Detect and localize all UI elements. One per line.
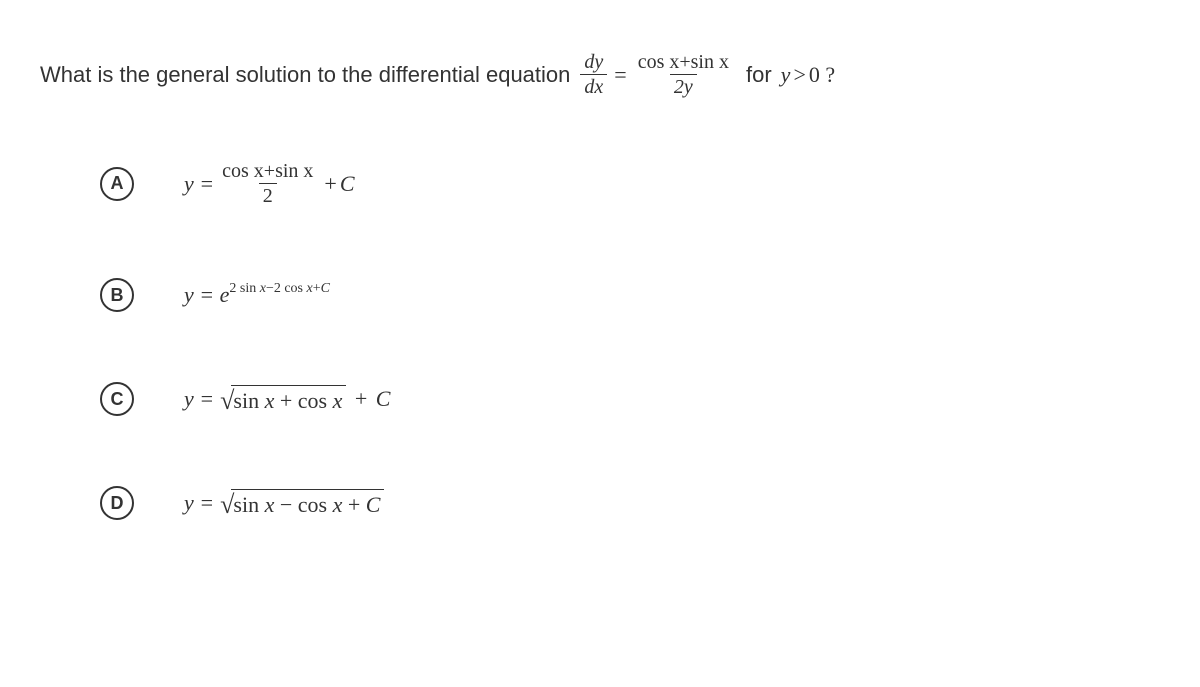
option-c[interactable]: C y = √ sin x + cos x + C xyxy=(40,382,1160,416)
question-stem: What is the general solution to the diff… xyxy=(40,50,1160,99)
frac-right-den: 2y xyxy=(670,74,697,99)
frac-dy: dy xyxy=(580,50,607,74)
option-b-exponent: 2 sin x−2 cos x+C xyxy=(229,281,330,297)
option-b[interactable]: B y = e 2 sin x−2 cos x+C xyxy=(40,278,1160,312)
option-a-frac-num: cos x+sin x xyxy=(218,159,317,183)
option-a[interactable]: A y = cos x+sin x 2 + C xyxy=(40,159,1160,208)
option-a-letter: A xyxy=(100,167,134,201)
option-c-math: y = √ sin x + cos x + C xyxy=(184,385,390,414)
option-d[interactable]: D y = √ sin x − cos x + C xyxy=(40,486,1160,520)
option-a-frac-den: 2 xyxy=(259,183,277,208)
option-c-letter: C xyxy=(100,382,134,416)
option-c-sqrt: √ sin x + cos x xyxy=(220,385,346,414)
frac-dx: dx xyxy=(580,74,607,99)
option-a-suffix: + xyxy=(324,171,336,197)
option-b-letter: B xyxy=(100,278,134,312)
option-d-math: y = √ sin x − cos x + C xyxy=(184,489,384,518)
question-text-part1: What is the general solution to the diff… xyxy=(40,62,570,88)
option-d-sqrt: √ sin x − cos x + C xyxy=(220,489,384,518)
question-equation: dy dx = cos x+sin x 2y xyxy=(576,50,737,99)
question-text-part2: for xyxy=(746,62,772,88)
question-condition: y>0 ? xyxy=(781,62,835,88)
frac-right-num: cos x+sin x xyxy=(634,50,733,74)
option-a-math: y = cos x+sin x 2 + C xyxy=(184,159,355,208)
option-d-letter: D xyxy=(100,486,134,520)
option-b-math: y = e 2 sin x−2 cos x+C xyxy=(184,282,330,308)
equals-sign: = xyxy=(614,62,626,88)
